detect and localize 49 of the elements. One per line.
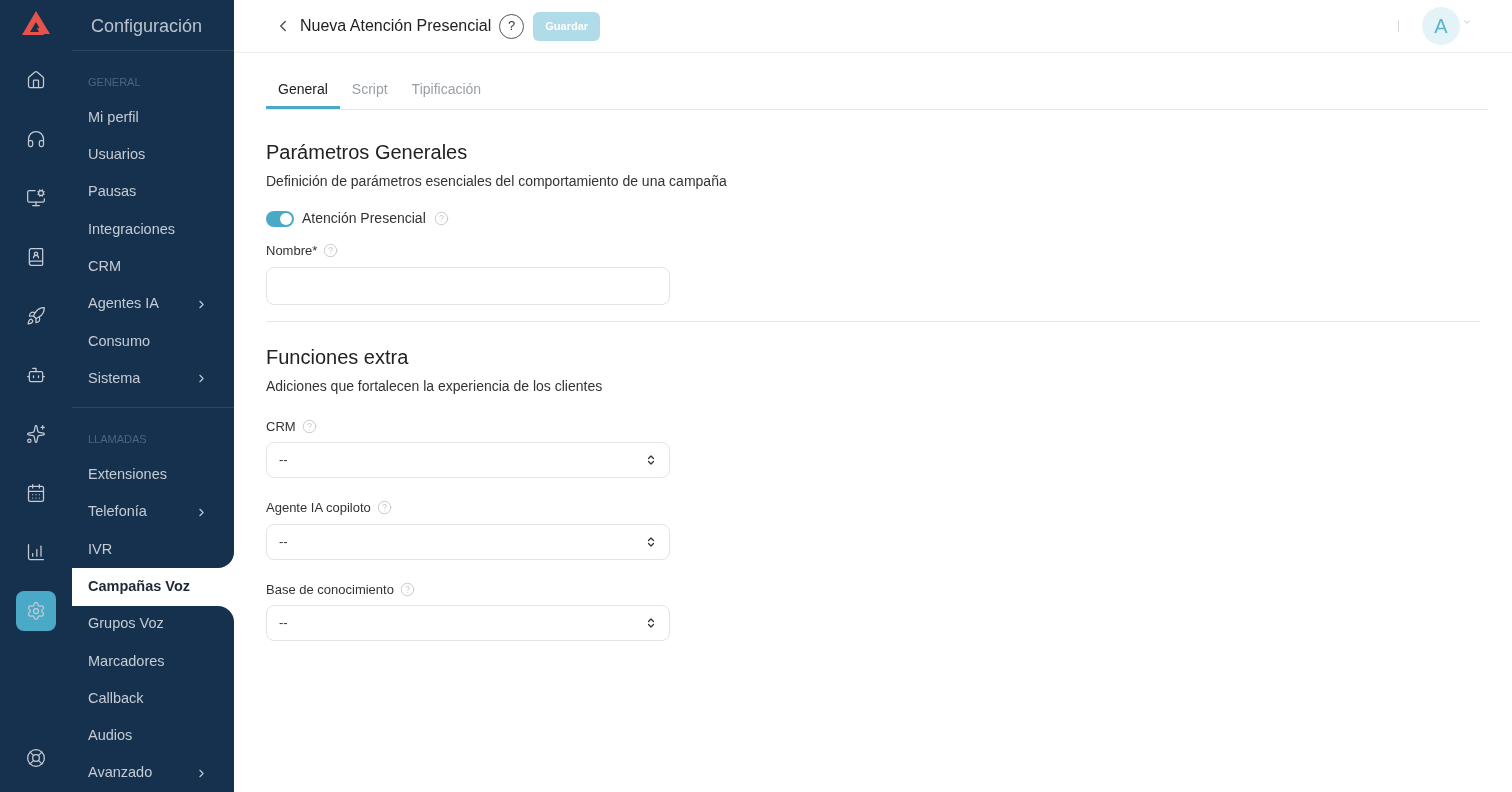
rail-button[interactable] — [16, 591, 56, 631]
sort-arrows-icon — [645, 454, 657, 466]
sort-arrows-icon — [645, 535, 657, 548]
section-title: Funciones extra — [266, 344, 410, 370]
headset-icon — [26, 129, 46, 149]
bar-chart-icon — [26, 542, 46, 562]
house-icon — [26, 70, 46, 90]
field-label: Nombre* — [266, 242, 318, 260]
sidebar-item[interactable]: Integraciones — [72, 210, 234, 249]
sidebar-item[interactable]: Callback — [72, 680, 234, 718]
robot-icon — [26, 365, 46, 385]
sidebar-item[interactable]: IVR — [72, 530, 234, 569]
rocket-icon — [26, 306, 46, 326]
section-title: Parámetros Generales — [266, 140, 469, 165]
sort-arrows-icon — [645, 617, 657, 629]
sidebar-item[interactable]: Avanzado — [72, 754, 234, 792]
page-title: Nueva Atención Presencial — [300, 16, 492, 36]
select-field[interactable]: -- — [266, 442, 670, 478]
sidebar-item[interactable]: Extensiones — [72, 456, 234, 494]
sidebar-item[interactable]: CRM — [72, 248, 234, 286]
sidebar-item[interactable]: Marcadores — [72, 642, 234, 681]
settings-icon — [26, 601, 46, 621]
contact-book-icon — [26, 247, 46, 267]
sidebar-item[interactable]: Agentes IA — [72, 285, 234, 323]
sidebar-item[interactable]: Sistema — [72, 360, 234, 398]
field-label: Base de conocimiento — [266, 580, 394, 599]
toggle-switch[interactable] — [266, 210, 294, 227]
sidebar-item[interactable]: Consumo — [72, 322, 234, 361]
field-label: Agente IA copiloto — [266, 499, 371, 517]
sidebar-item[interactable]: Grupos Voz — [72, 605, 234, 643]
field-label: CRM — [266, 417, 296, 436]
sidebar-item[interactable]: Pausas — [72, 173, 234, 211]
select-field[interactable]: -- — [266, 523, 670, 560]
section-description: Adiciones que fortalecen la experiencia de los clientes — [266, 376, 604, 396]
sidebar-item[interactable]: Mi perfil — [72, 99, 234, 137]
sidebar-title: Configuración — [91, 16, 203, 36]
sidebar-item[interactable]: Telefonía — [72, 493, 234, 531]
input-field[interactable] — [266, 266, 670, 305]
logo-icon — [21, 10, 51, 36]
toggle-label: Atención Presencial — [302, 209, 426, 228]
sidebar-item[interactable]: Usuarios — [72, 136, 234, 174]
monitor-icon — [26, 188, 46, 208]
tab[interactable]: General — [266, 73, 340, 109]
calendar-icon — [26, 483, 46, 503]
select-field[interactable]: -- — [266, 605, 670, 641]
sparkles-icon — [26, 424, 46, 444]
lifebuoy-icon[interactable] — [26, 748, 46, 768]
sidebar-item[interactable]: Audios — [72, 717, 234, 755]
section-description: Definición de parámetros esenciales del comportamiento de una campaña — [266, 172, 728, 191]
